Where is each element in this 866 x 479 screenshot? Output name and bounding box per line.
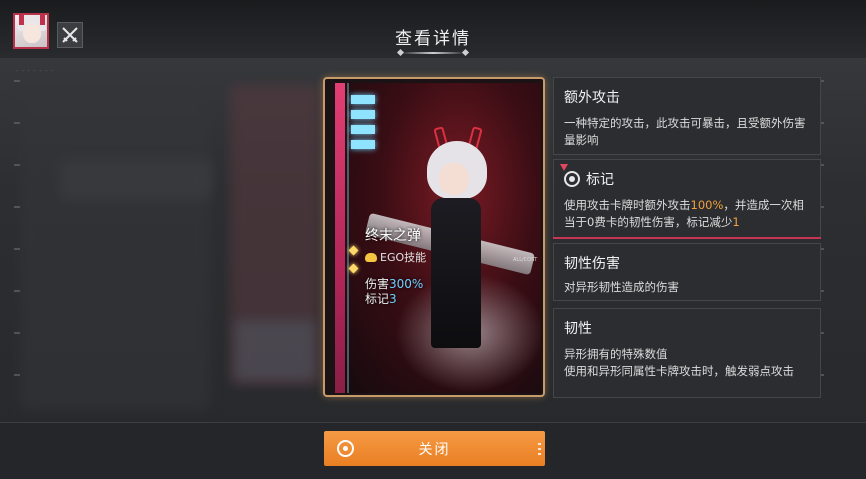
desc-line: 异形拥有的特殊数值 — [564, 347, 668, 361]
left-rail — [14, 80, 20, 410]
damage-value: 300% — [389, 277, 424, 291]
page-title: 查看详情 — [395, 29, 471, 49]
close-button[interactable]: 关闭 — [324, 431, 545, 466]
spark-icon — [348, 245, 359, 256]
card-type-label: EGO技能 — [380, 251, 427, 264]
card-name: 终末之弹 — [365, 228, 421, 244]
card-text-block: 终末之弹 EGO技能 伤害300% 标记3 — [365, 225, 426, 307]
panel-mark: 标记 使用攻击卡牌时额外攻击100%，并造成一次相当于0费卡的韧性伤害，标记减少… — [553, 159, 821, 239]
panel-accent-line — [553, 237, 821, 239]
panel-title: 额外攻击 — [564, 90, 620, 106]
panel-desc: 使用攻击卡牌时额外攻击100%，并造成一次相当于0费卡的韧性伤害，标记减少1 — [564, 197, 810, 231]
title-underline — [401, 52, 465, 54]
desc-highlight: 100% — [690, 198, 724, 212]
close-label: 关闭 — [418, 440, 451, 457]
panel-desc: 对异形韧性造成的伤害 — [564, 280, 679, 294]
panel-desc: 一种特定的攻击，此攻击可暴击，且受额外伤害量影响 — [564, 116, 806, 147]
panel-extra-attack: 额外攻击 一种特定的攻击，此攻击可暴击，且受额外伤害量影响 — [553, 77, 821, 155]
red-triangle-icon — [560, 164, 568, 171]
desc-line: 使用和异形同属性卡牌攻击时，触发弱点攻击 — [564, 364, 794, 378]
mark-label: 标记 — [365, 292, 390, 306]
panel-toughness: 韧性 异形拥有的特殊数值 使用和异形同属性卡牌攻击时，触发弱点攻击 — [553, 308, 821, 398]
mark-value: 3 — [389, 292, 397, 306]
damage-label: 伤害 — [365, 277, 390, 291]
circle-icon — [337, 440, 354, 457]
desc-highlight: 1 — [732, 215, 740, 229]
grip-icon — [538, 443, 541, 455]
card-stats: 伤害300% 标记3 — [365, 277, 426, 307]
card-type: EGO技能 — [365, 249, 426, 265]
panel-title: 韧性 — [564, 321, 592, 337]
panel-desc: 异形拥有的特殊数值 使用和异形同属性卡牌攻击时，触发弱点攻击 — [564, 346, 810, 380]
brain-icon — [365, 252, 377, 262]
bg-tiny-text: · · · · · · · — [16, 68, 54, 75]
spark-icon — [348, 263, 359, 274]
panel-title: 标记 — [586, 172, 614, 188]
skill-card: ALL/COST 终末之弹 EGO技能 伤害300% 标记3 — [323, 77, 545, 397]
card-corner-tag: ALL/COST — [513, 257, 538, 263]
desc-text: 使用攻击卡牌时额外攻击 — [564, 198, 691, 212]
panel-toughness-damage: 韧性伤害 对异形韧性造成的伤害 — [553, 243, 821, 301]
panel-title: 韧性伤害 — [564, 256, 620, 272]
target-mark-icon — [564, 171, 580, 187]
